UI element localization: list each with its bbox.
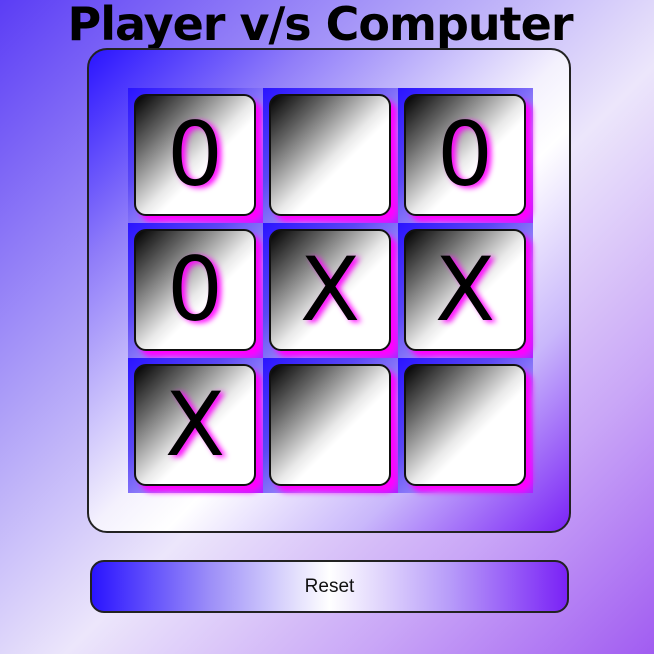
cell-slot [263,88,398,223]
cell-slot: 0 [128,223,263,358]
cell-mark: 0 [167,238,223,341]
board-cell-7[interactable]: X [134,364,256,486]
cell-slot [398,358,533,493]
reset-button[interactable]: Reset [90,560,569,613]
cell-mark [271,366,389,484]
cell-mark [271,96,389,214]
board-cell-2[interactable] [269,94,391,216]
game-board: 0 0 0 X X X [128,88,533,493]
board-cell-6[interactable]: X [404,229,526,351]
cell-slot: 0 [128,88,263,223]
board-cell-4[interactable]: 0 [134,229,256,351]
cell-mark: X [164,373,226,476]
board-cell-3[interactable]: 0 [404,94,526,216]
board-cell-9[interactable] [404,364,526,486]
cell-slot: X [128,358,263,493]
board-cell-5[interactable]: X [269,229,391,351]
cell-slot: X [398,223,533,358]
board-cell-8[interactable] [269,364,391,486]
cell-mark: X [434,238,496,341]
cell-slot [263,358,398,493]
board-cell-1[interactable]: 0 [134,94,256,216]
cell-slot: 0 [398,88,533,223]
cell-mark: X [299,238,361,341]
cell-slot: X [263,223,398,358]
cell-mark [406,366,524,484]
cell-mark: 0 [167,103,223,206]
cell-mark: 0 [437,103,493,206]
